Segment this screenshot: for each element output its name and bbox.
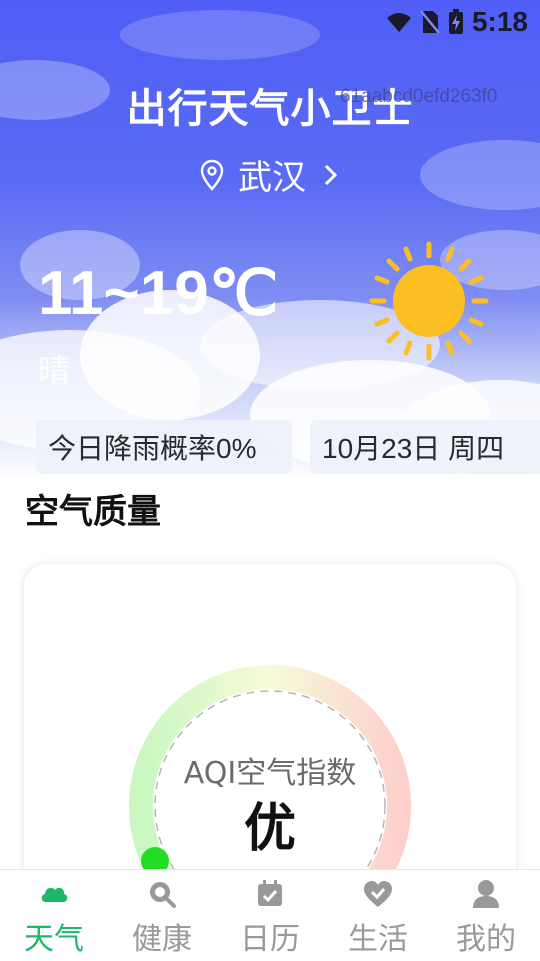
tab-calendar[interactable]: 日历 bbox=[216, 870, 324, 961]
weather-condition: 晴 bbox=[38, 352, 71, 390]
bottom-tab-bar: 天气 健康 日历 生活 我的 bbox=[0, 869, 540, 961]
chevron-right-icon bbox=[324, 164, 338, 185]
tab-health[interactable]: 健康 bbox=[108, 870, 216, 961]
tab-weather[interactable]: 天气 bbox=[0, 870, 108, 961]
tab-label: 我的 bbox=[456, 922, 516, 957]
rain-chance-chip: 今日降雨概率0% bbox=[36, 420, 292, 474]
no-sim-icon bbox=[419, 10, 440, 34]
tab-label: 健康 bbox=[132, 922, 192, 957]
battery-icon bbox=[448, 9, 463, 34]
temperature-range: 11~19℃ bbox=[38, 259, 279, 328]
location-pin-icon bbox=[200, 159, 224, 191]
tab-life[interactable]: 生活 bbox=[324, 870, 432, 961]
status-time: 5:18 bbox=[471, 6, 528, 37]
calendar-icon bbox=[258, 880, 282, 906]
overlay-id: 61aabcd0efd263f0 bbox=[340, 86, 498, 107]
search-health-icon bbox=[150, 882, 176, 908]
heart-check-icon bbox=[364, 881, 392, 907]
sun-icon bbox=[369, 241, 489, 361]
wifi-icon bbox=[386, 13, 411, 32]
tab-label: 日历 bbox=[240, 922, 300, 957]
date-chip: 10月23日 周四 bbox=[310, 420, 540, 474]
user-icon bbox=[473, 880, 499, 908]
aqi-level: 优 bbox=[243, 799, 296, 859]
location-name: 武汉 bbox=[238, 158, 306, 198]
tab-mine[interactable]: 我的 bbox=[432, 870, 540, 961]
cloud-icon bbox=[41, 887, 68, 902]
location-selector[interactable]: 武汉 bbox=[0, 150, 540, 199]
status-bar: 5:18 bbox=[0, 0, 540, 44]
air-quality-title: 空气质量 bbox=[25, 492, 161, 532]
tab-label: 生活 bbox=[348, 922, 408, 957]
tab-label: 天气 bbox=[24, 922, 84, 957]
